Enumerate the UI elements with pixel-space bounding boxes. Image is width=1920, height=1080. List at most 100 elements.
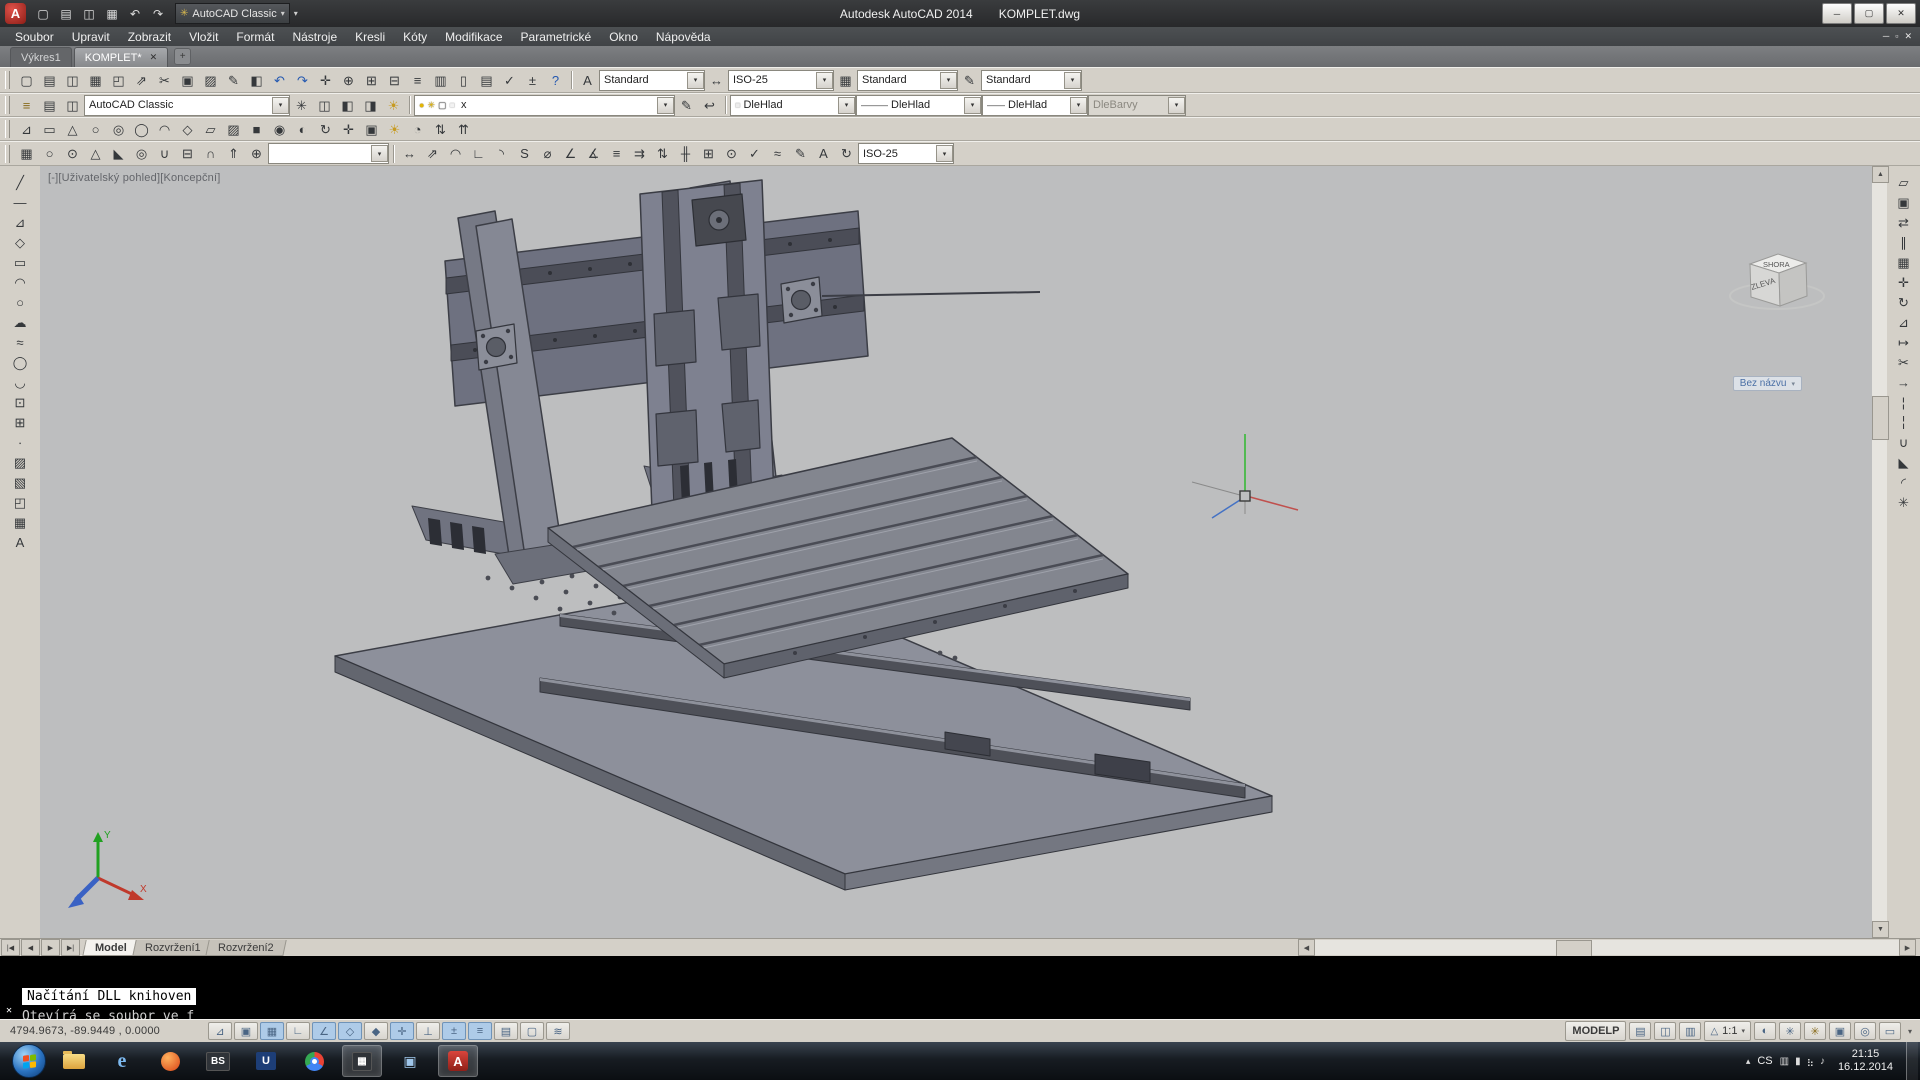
view-combo[interactable]: ▾ — [268, 143, 389, 164]
workspace-settings-icon[interactable]: ✳ — [290, 95, 313, 116]
zoom-previous-icon[interactable]: ⊟ — [383, 70, 406, 91]
clean-screen-icon[interactable]: ▭ — [1879, 1022, 1901, 1040]
menu-upravit[interactable]: Upravit — [63, 27, 119, 46]
chevron-down-icon[interactable]: ▾ — [838, 97, 855, 114]
statusbar-menu-icon[interactable]: ▾ — [1904, 1027, 1916, 1036]
taskbar-ie[interactable]: e — [102, 1045, 142, 1077]
layout-last-button[interactable]: ▶| — [61, 939, 80, 956]
chevron-down-icon[interactable]: ▾ — [687, 72, 704, 89]
box-icon[interactable]: ▦ — [15, 143, 38, 164]
polyline-icon[interactable]: ⊿ — [7, 212, 33, 232]
construction-line-icon[interactable]: — — [7, 192, 33, 212]
dim-break-icon[interactable]: ╫ — [674, 143, 697, 164]
line-icon[interactable]: ╱ — [7, 172, 33, 192]
viewcube-ucs-menu[interactable]: Bez názvu ▾ — [1733, 376, 1802, 391]
lineweight-combo[interactable]: —— DleHlad ▾ — [982, 95, 1088, 116]
offset-icon[interactable]: ∥ — [1892, 232, 1916, 252]
spline-icon[interactable]: ≈ — [7, 332, 33, 352]
layer-off-icon[interactable]: ◫ — [61, 95, 84, 116]
tab-komplet[interactable]: KOMPLET* ✕ — [74, 47, 168, 67]
horizontal-scrollbar-thumb[interactable] — [1556, 940, 1592, 957]
sun-icon[interactable]: ☀ — [383, 119, 406, 140]
layout-tab-model[interactable]: Model — [82, 940, 139, 956]
revision-cloud-icon[interactable]: ☁ — [7, 312, 33, 332]
menu-vlozit[interactable]: Vložit — [180, 27, 227, 46]
taskbar-chrome[interactable] — [294, 1045, 334, 1077]
array-icon[interactable]: ▦ — [1892, 252, 1916, 272]
plot-icon[interactable]: ▦ — [84, 70, 107, 91]
chevron-down-icon[interactable]: ▾ — [936, 145, 953, 162]
help-icon[interactable]: ? — [544, 70, 567, 91]
layer-states-icon[interactable]: ▤ — [38, 95, 61, 116]
center-mark-icon[interactable]: ⊙ — [720, 143, 743, 164]
arc-icon[interactable]: ◠ — [153, 119, 176, 140]
union-icon[interactable]: ∪ — [153, 143, 176, 164]
fillet-icon[interactable]: ◜ — [1892, 472, 1916, 492]
layout-first-button[interactable]: |◀ — [1, 939, 20, 956]
scroll-right-icon[interactable]: ▶ — [1899, 939, 1916, 956]
model-paper-toggle[interactable]: MODELP — [1565, 1021, 1626, 1041]
annotation-scale-control[interactable]: △ 1:1 ▾ — [1704, 1021, 1751, 1041]
polygon-icon[interactable]: ◇ — [7, 232, 33, 252]
extend-icon[interactable]: → — [1892, 372, 1916, 392]
menu-modifikace[interactable]: Modifikace — [436, 27, 511, 46]
workspace-switch-icon[interactable]: ✳ — [1804, 1022, 1826, 1040]
triangle-icon[interactable]: △ — [61, 119, 84, 140]
chevron-down-icon[interactable]: ▾ — [1070, 97, 1087, 114]
dim-style-icon[interactable]: ↔ — [705, 70, 728, 91]
minimize-button[interactable]: ─ — [1822, 3, 1852, 24]
menu-nastroje[interactable]: Nástroje — [283, 27, 346, 46]
donut-icon[interactable]: ◎ — [107, 119, 130, 140]
mtext-icon[interactable]: A — [7, 532, 33, 552]
chevron-down-icon[interactable]: ▾ — [272, 97, 289, 114]
dim-angular-icon[interactable]: ∠ — [559, 143, 582, 164]
trim-icon[interactable]: ✂ — [1892, 352, 1916, 372]
join-icon[interactable]: ∪ — [1892, 432, 1916, 452]
toggle-otrack[interactable]: ✛ — [390, 1022, 414, 1040]
sheet-set-icon[interactable]: ▤ — [475, 70, 498, 91]
menu-soubor[interactable]: Soubor — [6, 27, 63, 46]
dim-radius-icon[interactable]: ◝ — [490, 143, 513, 164]
mleader-style-icon[interactable]: ✎ — [958, 70, 981, 91]
text-style-icon[interactable]: A — [576, 70, 599, 91]
markup-icon[interactable]: ✓ — [498, 70, 521, 91]
toolbar-grip[interactable] — [5, 120, 10, 138]
make-block-icon[interactable]: ⊞ — [7, 412, 33, 432]
annotation-visibility-icon[interactable]: ◐ — [1754, 1022, 1776, 1040]
start-button[interactable] — [12, 1044, 46, 1078]
sphere-icon[interactable]: ○ — [38, 143, 61, 164]
layout-tab-rozvrzeni1[interactable]: Rozvržení1 — [132, 940, 213, 956]
extrude-icon[interactable]: ⇑ — [222, 143, 245, 164]
qat-save-icon[interactable]: ◫ — [78, 4, 100, 24]
quickview-layouts-icon[interactable]: ◫ — [1654, 1022, 1676, 1040]
chevron-down-icon[interactable]: ▾ — [1064, 72, 1081, 89]
visual-style-icon[interactable]: ◐ — [291, 119, 314, 140]
vertical-scrollbar-thumb[interactable] — [1872, 396, 1889, 440]
dim-inspect-icon[interactable]: ✓ — [743, 143, 766, 164]
isolate-objects-icon[interactable]: ◎ — [1854, 1022, 1876, 1040]
dim-aligned-icon[interactable]: ⇗ — [421, 143, 444, 164]
layout-next-button[interactable]: ▶ — [41, 939, 60, 956]
layer-properties-icon[interactable]: ≡ — [15, 95, 38, 116]
fly-icon[interactable]: ⇈ — [452, 119, 475, 140]
taskbar-dark-app[interactable]: ▦ — [342, 1045, 382, 1077]
layout-tab-rozvrzeni2[interactable]: Rozvržení2 — [206, 940, 287, 956]
quickview-drawings-icon[interactable]: ▥ — [1679, 1022, 1701, 1040]
zoom-object-icon[interactable]: ⊕ — [245, 143, 268, 164]
dim-update-icon[interactable]: ↻ — [835, 143, 858, 164]
chevron-down-icon[interactable]: ▾ — [657, 97, 674, 114]
table-icon[interactable]: ▦ — [7, 512, 33, 532]
toggle-osnap[interactable]: ◇ — [338, 1022, 362, 1040]
toggle-sc[interactable]: ≋ — [546, 1022, 570, 1040]
viewcube[interactable]: SHORA ZLEVA — [1730, 254, 1824, 309]
linetype-combo[interactable]: ——— DleHlad ▾ — [856, 95, 982, 116]
chamfer-icon[interactable]: ◣ — [1892, 452, 1916, 472]
new-tab-button[interactable]: + — [174, 48, 191, 65]
qat-new-icon[interactable]: ▢ — [32, 4, 54, 24]
toggle-snap[interactable]: ▣ — [234, 1022, 258, 1040]
copy-icon[interactable]: ▣ — [176, 70, 199, 91]
qat-redo-icon[interactable]: ↷ — [147, 4, 169, 24]
menu-koty[interactable]: Kóty — [394, 27, 436, 46]
subtract-icon[interactable]: ⊟ — [176, 143, 199, 164]
fill-icon[interactable]: ■ — [245, 119, 268, 140]
